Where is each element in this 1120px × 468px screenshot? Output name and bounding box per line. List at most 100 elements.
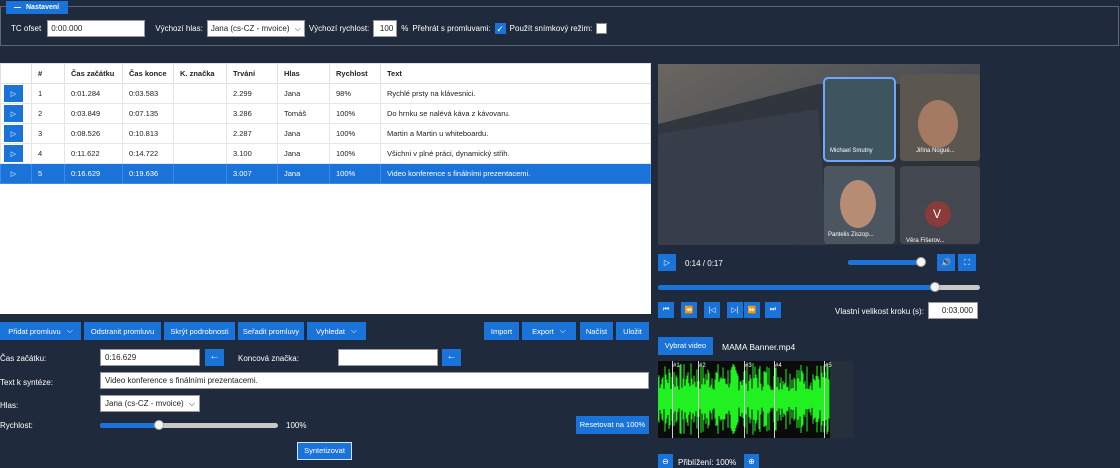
- add-utterance-button[interactable]: Přidat promluvu ⌵: [0, 322, 81, 340]
- table-row[interactable]: ▷ 2 0:03.849 0:07.135 3.286 Tomáš 100% Do hrnku…: [0, 103, 651, 124]
- skip-start-icon: ⏮: [662, 306, 670, 313]
- table-row[interactable]: ▷ 1 0:01.284 0:03.583 2.299 Jana 98% Rychlé prs…: [0, 83, 651, 104]
- mute-button[interactable]: 🔊: [937, 254, 955, 271]
- header-text[interactable]: Text: [380, 63, 651, 84]
- row-end: 0:19.636: [122, 163, 174, 184]
- row-play-button[interactable]: ▷: [4, 85, 23, 102]
- frame-mode-checkbox[interactable]: [596, 23, 608, 34]
- start-time-input[interactable]: 0:16.629: [100, 349, 200, 366]
- step-back-large-button[interactable]: ⏪: [681, 302, 697, 318]
- header-duration[interactable]: Trvání: [226, 63, 278, 84]
- fullscreen-button[interactable]: ⛶: [958, 254, 976, 271]
- video-file-name: MAMA Banner.mp4: [722, 342, 796, 352]
- speed-slider[interactable]: [100, 420, 278, 430]
- row-end-mark: [173, 83, 227, 104]
- row-end-mark: [173, 103, 227, 124]
- synthesis-text-area[interactable]: Video konference s finálními prezentacem…: [100, 372, 649, 389]
- table-row[interactable]: ▷ 4 0:11.622 0:14.722 3.100 Jana 100% Všichni v…: [0, 143, 651, 164]
- row-play-button[interactable]: ▷: [4, 145, 23, 162]
- step-forward-icon: ▷|: [731, 307, 739, 314]
- skip-end-icon: ⏭: [769, 306, 777, 313]
- row-number: 2: [31, 103, 65, 124]
- volume-slider-thumb[interactable]: [916, 257, 926, 267]
- row-play-button[interactable]: ▷: [4, 125, 23, 142]
- row-speed: 100%: [329, 123, 381, 144]
- sort-utterances-button[interactable]: Seřadit promluvy: [238, 322, 304, 340]
- set-start-arrow-button[interactable]: ←: [205, 349, 224, 366]
- default-voice-select[interactable]: Jana (cs-CZ - mvoice) ⌵: [206, 20, 305, 37]
- row-text: Všichni v plné práci, dynamický střih.: [380, 143, 651, 164]
- row-speed: 100%: [329, 103, 381, 124]
- header-speed[interactable]: Rychlost: [329, 63, 381, 84]
- header-number[interactable]: #: [31, 63, 65, 84]
- play-with-utterances-label: Přehrát s promluvami:: [412, 24, 491, 33]
- skip-to-end-button[interactable]: ⏭: [765, 302, 781, 318]
- marker-label: #1: [673, 363, 680, 369]
- header-voice[interactable]: Hlas: [277, 63, 330, 84]
- participant-name: Michael Smutny: [830, 148, 873, 154]
- load-button[interactable]: Načíst: [580, 322, 613, 340]
- step-size-input[interactable]: 0:03.000: [928, 302, 978, 319]
- marker-label: #4: [775, 363, 782, 369]
- zoom-out-button[interactable]: ⊖: [658, 454, 673, 468]
- play-with-utterances-checkbox[interactable]: ✓: [494, 23, 506, 34]
- row-play-button[interactable]: ▷: [4, 165, 23, 182]
- search-button[interactable]: Vyhledat ⌵: [307, 322, 366, 340]
- step-forward-button[interactable]: ▷|: [727, 302, 743, 318]
- chevron-down-icon: ⌵: [559, 326, 566, 335]
- video-progress-thumb[interactable]: [930, 282, 940, 292]
- play-icon: ▷: [663, 258, 671, 267]
- settings-legend[interactable]: Nastavení: [6, 1, 69, 14]
- step-forward-large-button[interactable]: ⏩: [744, 302, 760, 318]
- row-start: 0:01.284: [64, 83, 123, 104]
- row-duration: 3.007: [226, 163, 278, 184]
- header-end-mark[interactable]: K. značka: [173, 63, 227, 84]
- avatar-letter: V: [933, 207, 941, 221]
- export-button[interactable]: Export ⌵: [522, 322, 576, 340]
- default-speed-input[interactable]: 100: [373, 20, 398, 37]
- video-preview[interactable]: V Michael Smutny Jiřina Nogué... Panteli…: [658, 64, 980, 245]
- video-play-button[interactable]: ▷: [658, 254, 676, 271]
- row-text: Do hrnku se nalévá káva z kávovaru.: [380, 103, 651, 124]
- chevron-down-icon: ⌵: [350, 326, 357, 335]
- video-progress-slider[interactable]: [658, 282, 980, 292]
- fast-forward-icon: ⏩: [747, 307, 757, 314]
- marker-line: [672, 361, 673, 438]
- save-button[interactable]: Uložit: [616, 322, 649, 340]
- marker-label: #3: [745, 363, 752, 369]
- chevron-down-icon: ⌵: [294, 24, 301, 33]
- row-voice: Jana: [277, 123, 330, 144]
- tc-offset-input[interactable]: 0:00.000: [47, 20, 146, 37]
- row-end: 0:07.135: [122, 103, 174, 124]
- select-video-button[interactable]: Vybrat video: [658, 337, 713, 355]
- step-back-button[interactable]: |◁: [704, 302, 720, 318]
- row-play-button[interactable]: ▷: [4, 105, 23, 122]
- row-voice: Jana: [277, 163, 330, 184]
- skip-to-start-button[interactable]: ⏮: [658, 302, 674, 318]
- voice-select[interactable]: Jana (cs-CZ - mvoice) ⌵: [100, 395, 200, 412]
- header-start[interactable]: Čas začátku: [64, 63, 123, 84]
- end-mark-input[interactable]: [338, 349, 438, 366]
- volume-slider[interactable]: [848, 257, 926, 267]
- table-row[interactable]: ▷ 5 0:16.629 0:19.636 3.007 Jana 100% Video kon…: [0, 163, 651, 184]
- end-mark-label: Koncová značka:: [238, 354, 299, 363]
- video-progress-fill: [658, 285, 935, 290]
- zoom-in-button[interactable]: ⊕: [744, 454, 759, 468]
- import-button[interactable]: Import: [484, 322, 519, 340]
- table-row[interactable]: ▷ 3 0:08.526 0:10.813 2.287 Jana 100% Martin a …: [0, 123, 651, 144]
- waveform-panel[interactable]: #1 #2 #3 #4 #5: [658, 361, 854, 438]
- header-end[interactable]: Čas konce: [122, 63, 174, 84]
- voice-label: Hlas:: [0, 401, 19, 410]
- speed-slider-thumb[interactable]: [154, 420, 164, 430]
- remove-utterance-button[interactable]: Odstranit promluvu: [84, 322, 161, 340]
- speed-value: 100%: [286, 421, 307, 430]
- play-icon: ▷: [10, 130, 17, 138]
- row-play-cell: ▷: [0, 83, 32, 104]
- hide-details-button[interactable]: Skrýt podrobnosti: [164, 322, 235, 340]
- video-time: 0:14 / 0:17: [685, 259, 723, 268]
- synthesize-button[interactable]: Syntetizovat: [297, 442, 352, 460]
- row-text: Rychlé prsty na klávesnici.: [380, 83, 651, 104]
- zoom-out-icon: ⊖: [662, 456, 669, 466]
- set-end-arrow-button[interactable]: ←: [442, 349, 461, 366]
- reset-speed-button[interactable]: Resetovat na 100%: [576, 416, 649, 434]
